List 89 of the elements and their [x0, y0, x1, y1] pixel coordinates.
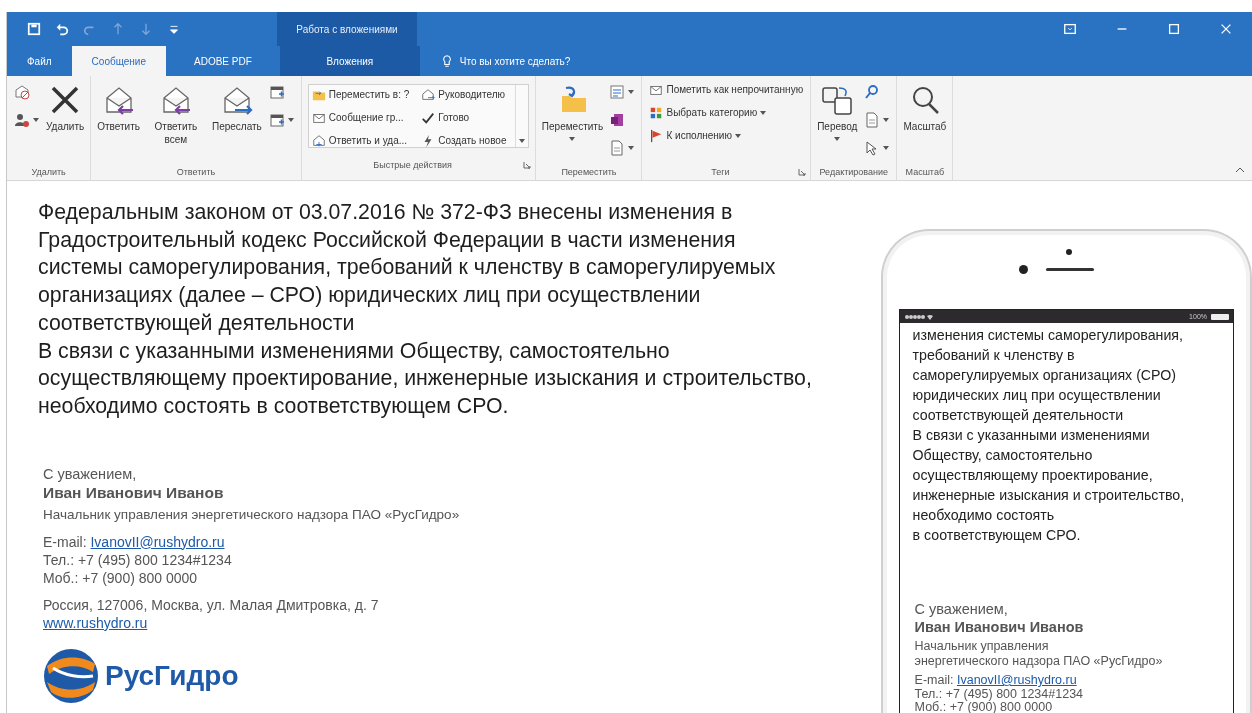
email-link[interactable]: IvanovII@rushydro.ru — [956, 673, 1077, 687]
ribbon-display-icon — [1063, 22, 1077, 36]
caret-icon — [734, 133, 741, 138]
close-icon — [1219, 22, 1233, 36]
group-label: Теги — [710, 166, 731, 177]
ribbon-button[interactable]: Руководителю — [418, 85, 510, 104]
message-paragraph: изменения системы саморегулирования, требований к членству в саморегулируемых организациях (СРО) юридических лиц при осуществлении соответствующей деятельности — [912, 326, 1184, 425]
mobile-number: Моб.: +7 (900) 800 0000 — [914, 701, 1054, 713]
notebook-icon — [609, 112, 626, 128]
tab[interactable]: Сообщение — [71, 46, 166, 76]
tab[interactable]: Файл — [7, 46, 72, 76]
address-text: Россия, 127006, Москва, ул. Малая Дмитровка, д. 7 — [43, 595, 380, 614]
website-link[interactable]: www.rushydro.ru — [43, 613, 148, 632]
ribbon-button[interactable]: Создать новое — [418, 131, 510, 150]
search-icon — [864, 84, 881, 100]
camera-dot — [1066, 249, 1073, 255]
logo-text: РусГидро — [104, 658, 240, 693]
ribbon-button[interactable]: Переместить — [540, 80, 605, 143]
save-icon[interactable] — [27, 22, 41, 36]
caret-icon — [883, 146, 890, 150]
sender-position: Начальник управления энергетического надзора ПАО «РусГидро» — [43, 505, 461, 524]
ribbon-button[interactable]: Пометить как непрочитанную — [646, 80, 807, 99]
tell-me-label: Что вы хотите сделать? — [459, 55, 571, 67]
group-label: Переместить — [560, 166, 618, 177]
greeting-text: С уважением, — [914, 601, 1009, 618]
sender-name: Иван Иванович Иванов — [43, 482, 225, 503]
ribbon-button[interactable]: Масштаб — [901, 80, 949, 135]
caret-icon — [287, 118, 294, 122]
email-label: E-mail: — [43, 533, 88, 550]
caret-icon — [33, 118, 39, 122]
caret-icon — [628, 90, 635, 94]
list-icon — [609, 84, 626, 100]
ribbon-button[interactable]: Готово — [418, 108, 510, 127]
dialog-launcher-icon[interactable] — [523, 160, 532, 169]
caret-icon — [628, 146, 635, 150]
signal-wifi-icon — [903, 313, 934, 320]
sender-name: Иван Иванович Иванов — [914, 618, 1085, 636]
ribbon-button[interactable]: Ответить — [95, 80, 142, 135]
sender-position: Начальник управления энергетического надзора ПАО «РусГидро» — [914, 639, 1164, 669]
document-icon — [864, 112, 881, 128]
checkmark-icon — [421, 110, 436, 125]
battery-icon — [1211, 313, 1229, 320]
tab[interactable]: Вложения — [279, 46, 420, 76]
message-paragraph: В связи с указанными изменениями Обществу, самостоятельно осуществляющему проектирование, инженерные изыскания и строительство, необходимо состоять в соответствующем СРО. — [912, 426, 1186, 545]
ribbon-button[interactable]: К исполнению — [646, 126, 807, 145]
dialog-launcher-icon[interactable] — [798, 167, 807, 176]
group-label: Ответить — [175, 166, 217, 177]
calendar-icon — [268, 112, 285, 128]
phone-number: Тел.: +7 (495) 800 1234#1234 — [43, 550, 233, 569]
collapse-ribbon-icon[interactable] — [1236, 167, 1244, 172]
caret-icon — [760, 110, 767, 115]
ribbon-button[interactable]: Ответить всем — [143, 80, 208, 148]
group-label: Редактирование — [818, 166, 890, 177]
category-grid-icon — [649, 105, 664, 120]
caret-icon — [519, 139, 526, 143]
phone-number: Тел.: +7 (495) 800 1234#1234 — [914, 687, 1085, 701]
envelope-right-arrow-icon — [421, 87, 436, 102]
message-paragraph: Федеральным законом от 03.07.2016 № 372-ФЗ внесены изменения в Градостроительный кодекс Российской Федерации в части изменения системы саморегулирования, требований к членству в саморегулируемых организациях (далее – СРО) юридических лиц при осуществлении соответствующей деятельности — [38, 199, 777, 337]
tell-me-button[interactable]: Что вы хотите сделать? — [439, 46, 571, 76]
ribbon-button[interactable]: Ответить и уда... — [308, 131, 413, 150]
caret-icon — [883, 118, 890, 122]
context-tab-title: Работа с вложениями — [277, 12, 417, 46]
ribbon-button[interactable]: Переместить в: ? — [308, 85, 413, 104]
caret-icon — [834, 137, 841, 141]
caret-icon — [569, 137, 576, 141]
tab[interactable]: ADOBE PDF — [166, 46, 280, 76]
email-link[interactable]: IvanovII@rushydro.ru — [90, 533, 225, 550]
globe-logo-icon — [43, 647, 99, 704]
people-icon — [14, 112, 30, 128]
calendar-icon — [268, 84, 285, 100]
email-label: E-mail: — [914, 673, 955, 687]
sensor-dot — [1018, 265, 1028, 274]
document-icon — [609, 140, 626, 156]
message-paragraph: В связи с указанными изменениями Обществу, самостоятельно осуществляющему проектирование, инженерные изыскания и строительство, необходимо состоять в соответствующем СРО. — [38, 337, 813, 420]
ribbon-button[interactable]: Перевод — [815, 80, 860, 143]
undo-icon[interactable] — [55, 22, 69, 36]
maximize-icon — [1167, 22, 1181, 36]
speaker-slot — [1045, 268, 1094, 271]
ribbon-button[interactable]: Переслать — [209, 80, 264, 135]
group-label: Масштаб — [904, 166, 946, 177]
group-label: Быстрые действия — [372, 159, 453, 170]
ribbon-button[interactable]: Сообщение гр... — [308, 108, 413, 127]
flag-icon — [649, 128, 664, 143]
ribbon-button[interactable]: Выбрать категорию — [646, 103, 807, 122]
ribbon-button[interactable]: Удалить — [44, 80, 87, 135]
group-label: Удалить — [30, 166, 67, 177]
greeting-text: С уважением, — [43, 464, 138, 483]
envelope-blocked-icon — [14, 84, 30, 100]
mobile-number: Моб.: +7 (900) 800 0000 — [43, 568, 199, 587]
